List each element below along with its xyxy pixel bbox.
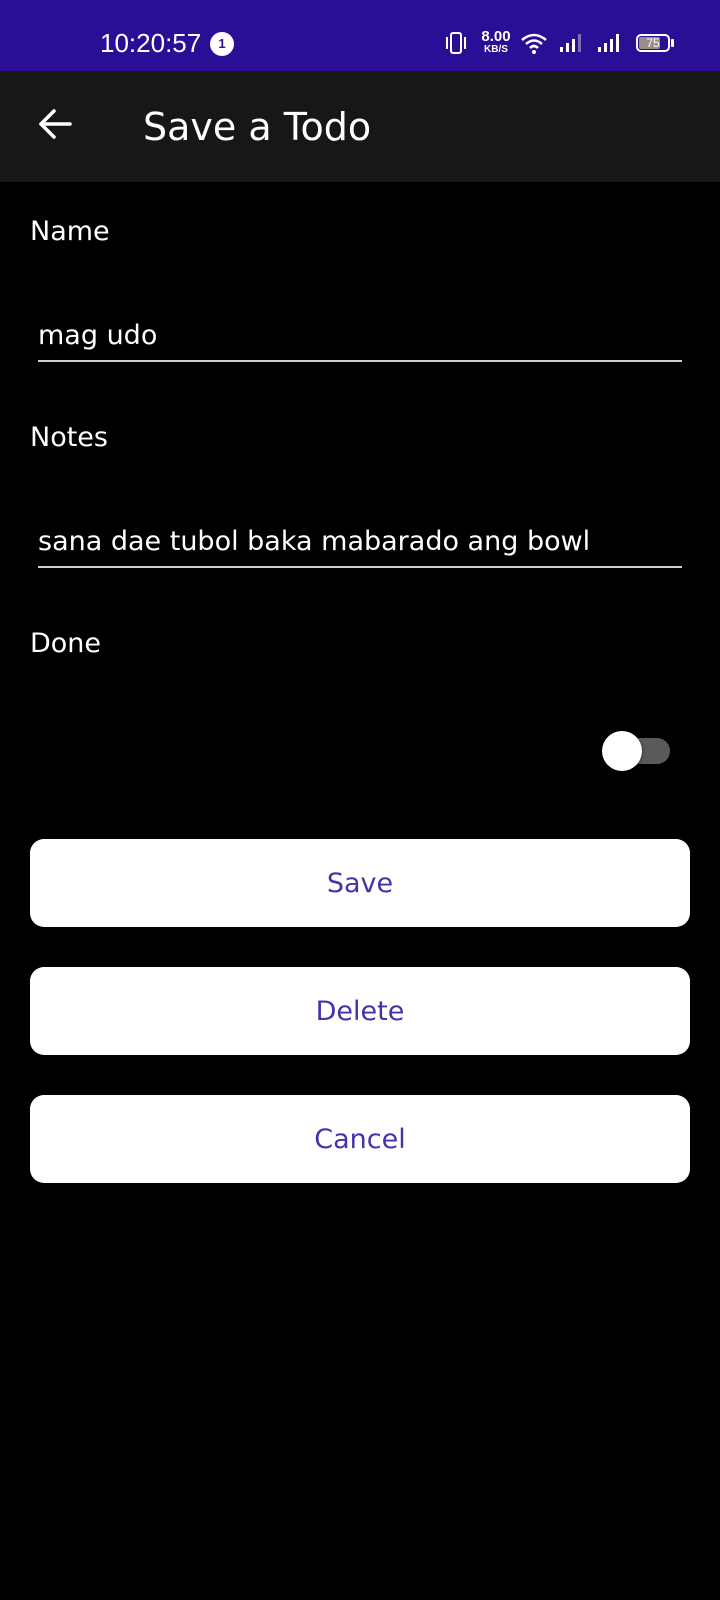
app-bar: Save a Todo <box>0 71 720 182</box>
page-title: Save a Todo <box>143 105 372 149</box>
vibrate-icon <box>444 32 468 58</box>
arrow-back-icon <box>39 109 72 139</box>
delete-button[interactable]: Delete <box>30 967 690 1055</box>
signal-icon <box>560 34 584 56</box>
net-speed-value: 8.00 <box>481 28 511 45</box>
notes-input[interactable] <box>38 516 682 568</box>
net-speed-unit: KB/S <box>484 44 508 55</box>
battery-tip <box>671 39 674 47</box>
net-speed: 8.00 KB/S <box>477 29 515 55</box>
wifi-icon <box>520 32 548 58</box>
name-label: Name <box>30 216 110 247</box>
name-input[interactable] <box>38 310 682 362</box>
notification-badge: 1 <box>210 32 234 56</box>
back-button[interactable] <box>24 93 86 155</box>
done-label: Done <box>30 628 102 659</box>
screen: 10:20:57 1 8.00 KB/S 75 Save a Todo Name… <box>0 0 720 1600</box>
status-icons: 8.00 KB/S 75 <box>420 0 720 71</box>
battery-level: 75 <box>646 36 660 50</box>
battery-icon: 75 <box>636 34 670 52</box>
signal-icon-2 <box>598 34 622 56</box>
save-button[interactable]: Save <box>30 839 690 927</box>
status-bar: 10:20:57 1 8.00 KB/S 75 <box>0 0 720 71</box>
notes-label: Notes <box>30 422 108 453</box>
cancel-button[interactable]: Cancel <box>30 1095 690 1183</box>
status-time: 10:20:57 <box>100 28 202 58</box>
toggle-thumb <box>602 731 642 771</box>
done-toggle[interactable] <box>602 730 670 772</box>
